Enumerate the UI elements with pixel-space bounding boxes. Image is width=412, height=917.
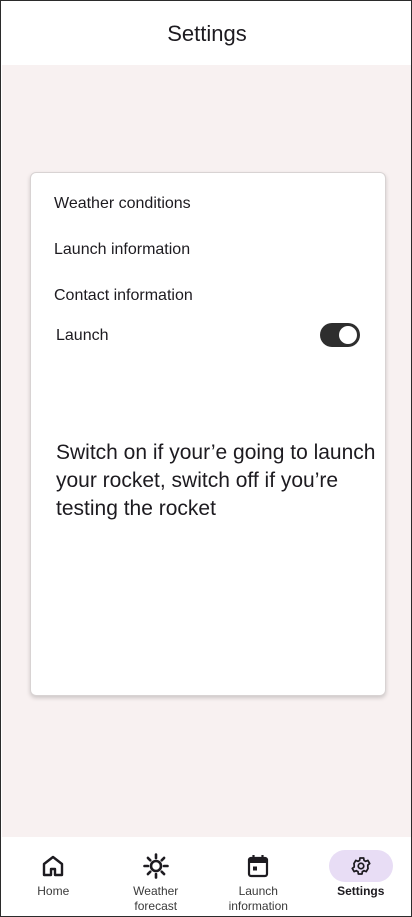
top-app-bar: Settings xyxy=(2,2,411,65)
settings-item-contact-information[interactable]: Contact information xyxy=(54,287,193,305)
content-area: Weather conditions Launch information Co… xyxy=(2,65,411,837)
gear-icon xyxy=(350,855,372,877)
launch-toggle[interactable] xyxy=(320,323,360,347)
phone-frame: Settings Weather conditions Launch infor… xyxy=(0,0,412,917)
home-icon xyxy=(41,854,65,878)
nav-item-weather-forecast[interactable]: Weather forecast xyxy=(105,837,208,916)
launch-toggle-label: Launch xyxy=(56,327,109,344)
nav-item-launch-information[interactable]: Launch information xyxy=(207,837,310,916)
page-title: Settings xyxy=(167,20,247,46)
nav-item-home[interactable]: Home xyxy=(2,837,105,916)
sun-icon xyxy=(142,853,169,879)
nav-label-home: Home xyxy=(37,884,70,898)
nav-item-settings[interactable]: Settings xyxy=(310,837,412,916)
bottom-navigation-bar: Home Weather forecast Launch information… xyxy=(2,837,412,916)
toggle-knob xyxy=(339,326,357,344)
nav-label-settings: Settings xyxy=(337,884,385,898)
nav-icon-container-active xyxy=(328,850,393,882)
settings-item-launch-information[interactable]: Launch information xyxy=(54,241,190,259)
nav-label-launch-information: Launch information xyxy=(228,884,288,913)
nav-icon-container xyxy=(226,850,290,882)
nav-icon-container xyxy=(124,850,188,882)
nav-label-weather-forecast: Weather forecast xyxy=(133,884,179,913)
nav-icon-container xyxy=(21,850,85,882)
calendar-icon xyxy=(247,854,269,878)
launch-help-text: Switch on if your’e going to launch your… xyxy=(56,441,376,520)
settings-item-weather-conditions[interactable]: Weather conditions xyxy=(54,195,191,213)
settings-card: Weather conditions Launch information Co… xyxy=(30,172,386,696)
